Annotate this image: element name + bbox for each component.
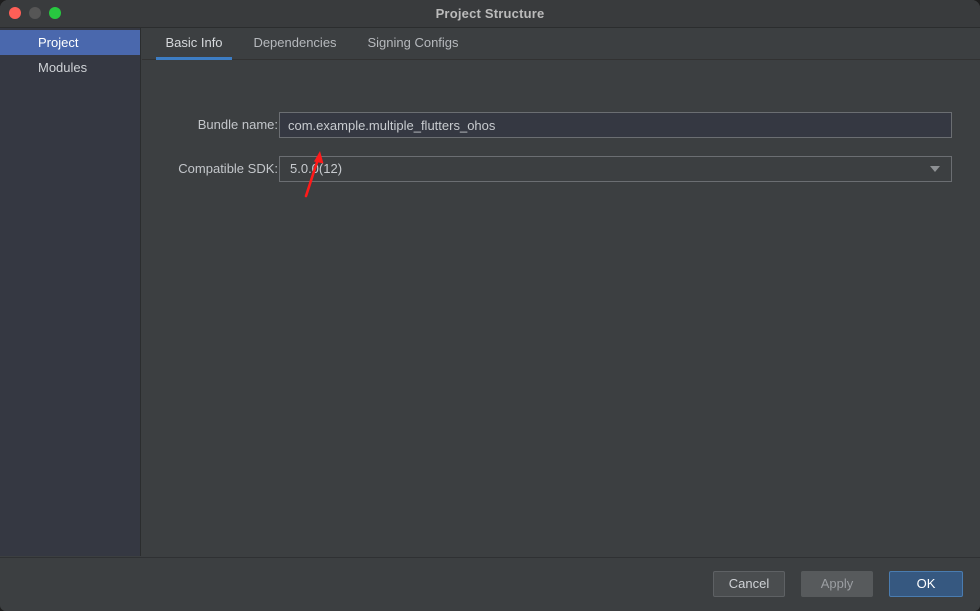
compatible-sdk-combobox[interactable]: 5.0.0(12): [279, 156, 952, 182]
window-title: Project Structure: [435, 6, 545, 21]
bundle-name-input[interactable]: [279, 112, 952, 138]
maximize-window-button[interactable]: [49, 7, 61, 19]
chevron-down-icon: [927, 157, 943, 181]
compatible-sdk-value: 5.0.0(12): [290, 161, 343, 176]
window-controls: [9, 7, 61, 19]
sidebar-item-project[interactable]: Project: [0, 30, 140, 55]
sidebar: Project Modules: [0, 28, 141, 556]
dialog-footer: Cancel Apply OK: [0, 557, 980, 611]
tab-dependencies[interactable]: Dependencies: [245, 28, 345, 59]
bundle-name-row: Bundle name:: [142, 112, 980, 138]
compatible-sdk-label: Compatible SDK:: [178, 161, 278, 176]
cancel-button[interactable]: Cancel: [713, 571, 785, 597]
bundle-name-label: Bundle name:: [197, 117, 278, 132]
minimize-window-button[interactable]: [29, 7, 41, 19]
tab-basic-info[interactable]: Basic Info: [156, 28, 232, 60]
tab-signing-configs[interactable]: Signing Configs: [358, 28, 468, 59]
project-structure-dialog: Project Structure Project Modules Basic …: [0, 0, 980, 611]
compatible-sdk-row: Compatible SDK: 5.0.0(12): [142, 156, 980, 182]
close-window-button[interactable]: [9, 7, 21, 19]
footer-button-group: Cancel Apply OK: [713, 571, 963, 597]
basic-info-form: Bundle name: Compatible SDK: 5.0.0(12): [142, 60, 980, 556]
sidebar-item-modules[interactable]: Modules: [0, 55, 140, 80]
apply-button[interactable]: Apply: [801, 571, 873, 597]
tab-strip: Basic Info Dependencies Signing Configs: [142, 28, 980, 60]
title-bar: Project Structure: [0, 0, 980, 28]
ok-button[interactable]: OK: [889, 571, 963, 597]
main-panel: Basic Info Dependencies Signing Configs …: [142, 28, 980, 556]
